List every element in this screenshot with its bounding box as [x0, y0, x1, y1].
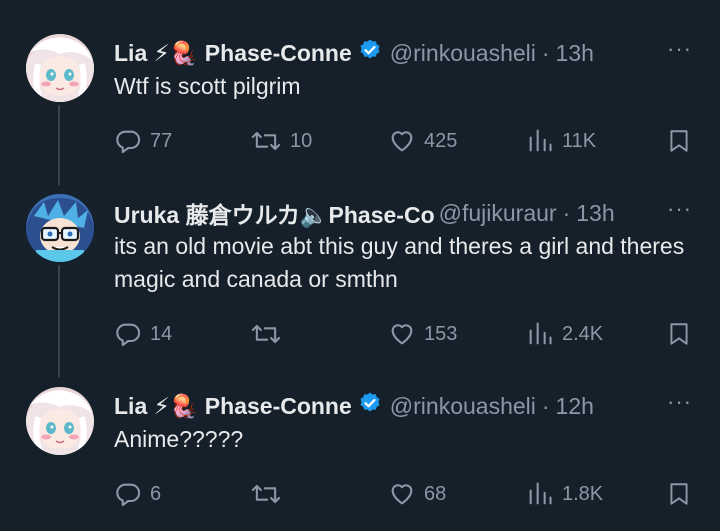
- bookmark-button[interactable]: [666, 479, 700, 509]
- like-button[interactable]: 153: [388, 319, 457, 349]
- timestamp[interactable]: 13h: [576, 200, 614, 227]
- avatar[interactable]: [26, 194, 94, 262]
- reply-count: 14: [150, 322, 173, 345]
- retweet-button[interactable]: [250, 319, 290, 349]
- views-button[interactable]: 1.8K: [526, 479, 603, 509]
- like-button[interactable]: 68: [388, 479, 446, 509]
- action-bar: 77 10 425 11K: [114, 126, 696, 156]
- view-count: 2.4K: [562, 322, 604, 345]
- retweet-button[interactable]: 10: [250, 126, 312, 156]
- bookmark-icon: [670, 130, 688, 152]
- timestamp[interactable]: 12h: [556, 393, 594, 420]
- tweet[interactable]: Uruka 藤倉ウルカ🔈Phase-Co @fujikuraur · 13h ·…: [0, 194, 720, 366]
- tweet-text: Wtf is scott pilgrim: [114, 73, 301, 99]
- reply-count: 77: [150, 129, 173, 152]
- retweet-count: 10: [290, 129, 313, 152]
- tweet-text: its an old movie abt this guy and theres…: [114, 233, 685, 292]
- timestamp[interactable]: 13h: [556, 40, 594, 67]
- views-button[interactable]: 11K: [526, 126, 596, 156]
- more-options-icon[interactable]: ···: [667, 196, 692, 222]
- more-options-icon[interactable]: ···: [667, 389, 692, 415]
- retweet-button[interactable]: [250, 479, 290, 509]
- verified-badge-icon: [358, 38, 382, 68]
- retweet-icon: [251, 324, 281, 344]
- bookmark-icon: [670, 483, 688, 505]
- reply-button[interactable]: 77: [114, 126, 172, 156]
- avatar[interactable]: [26, 34, 94, 102]
- separator-dot: ·: [541, 39, 550, 66]
- retweet-icon: [251, 131, 281, 151]
- analytics-icon: [529, 129, 552, 152]
- tweet-header: Lia ⚡🪼 Phase-Conne @rinkouasheli · 13h: [114, 38, 690, 68]
- reply-count: 6: [150, 482, 162, 505]
- heart-icon: [391, 324, 413, 345]
- bookmark-button[interactable]: [666, 126, 700, 156]
- bookmark-button[interactable]: [666, 319, 700, 349]
- reply-icon: [116, 483, 141, 507]
- action-bar: 6 68 1.8K: [114, 479, 696, 509]
- display-name[interactable]: Lia ⚡🪼 Phase-Conne: [114, 393, 352, 420]
- like-button[interactable]: 425: [388, 126, 457, 156]
- display-name[interactable]: Lia ⚡🪼 Phase-Conne: [114, 40, 352, 67]
- reply-icon: [116, 323, 141, 347]
- heart-icon: [391, 131, 413, 152]
- tweet-header: Uruka 藤倉ウルカ🔈Phase-Co @fujikuraur · 13h: [114, 198, 690, 229]
- reply-icon: [116, 130, 141, 154]
- tweet[interactable]: Lia ⚡🪼 Phase-Conne @rinkouasheli · 13h ·…: [0, 34, 720, 186]
- verified-badge-icon: [358, 391, 382, 421]
- more-options-icon[interactable]: ···: [667, 36, 692, 62]
- tweet-header: Lia ⚡🪼 Phase-Conne @rinkouasheli · 12h: [114, 391, 690, 421]
- handle[interactable]: @rinkouasheli: [390, 40, 536, 67]
- view-count: 1.8K: [562, 482, 604, 505]
- tweet[interactable]: Lia ⚡🪼 Phase-Conne @rinkouasheli · 12h ·…: [0, 387, 720, 529]
- heart-icon: [391, 484, 413, 505]
- avatar[interactable]: [26, 387, 94, 455]
- like-count: 425: [424, 129, 458, 152]
- reply-button[interactable]: 14: [114, 319, 172, 349]
- action-bar: 14 153 2.4K: [114, 319, 696, 349]
- separator-dot: ·: [562, 199, 571, 226]
- display-name[interactable]: Uruka 藤倉ウルカ🔈Phase-Co: [114, 198, 435, 228]
- like-count: 68: [424, 482, 447, 505]
- tweet-text: Anime?????: [114, 426, 244, 452]
- reply-button[interactable]: 6: [114, 479, 161, 509]
- bookmark-icon: [670, 323, 688, 345]
- analytics-icon: [529, 322, 552, 345]
- views-button[interactable]: 2.4K: [526, 319, 603, 349]
- analytics-icon: [529, 482, 552, 505]
- view-count: 11K: [562, 129, 597, 152]
- separator-dot: ·: [541, 392, 550, 419]
- handle[interactable]: @fujikuraur: [439, 200, 557, 227]
- like-count: 153: [424, 322, 458, 345]
- handle[interactable]: @rinkouasheli: [390, 393, 536, 420]
- retweet-icon: [251, 484, 281, 504]
